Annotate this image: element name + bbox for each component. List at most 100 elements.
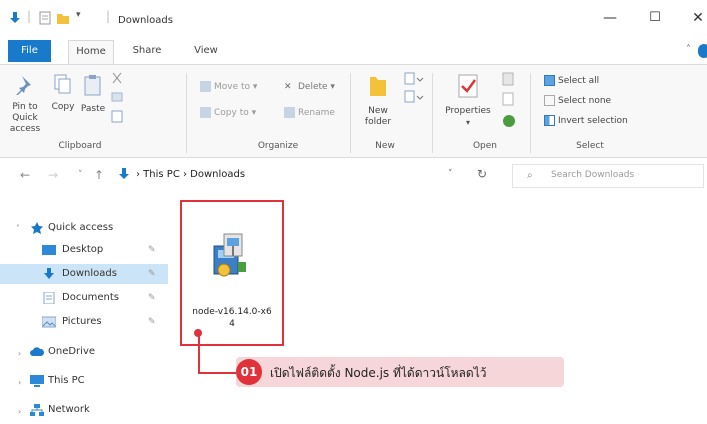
- paste-icon: [84, 75, 101, 96]
- tab-share[interactable]: Share: [125, 40, 169, 62]
- pin-icon[interactable]: ✎: [148, 264, 156, 284]
- tab-file[interactable]: File: [8, 40, 51, 62]
- file-name-line: node-v16.14.0-x6: [192, 307, 272, 317]
- properties-checkmark-icon: [458, 74, 478, 98]
- properties-button[interactable]: Properties ▾: [440, 73, 496, 128]
- documents-icon: [43, 292, 55, 304]
- invert-selection-icon: [544, 115, 555, 126]
- ribbon-collapse-icon[interactable]: ˄: [686, 44, 691, 55]
- file-name-line: 4: [229, 319, 235, 329]
- customize-toolbar-icon[interactable]: ▾: [76, 10, 81, 20]
- maximize-button[interactable]: ☐: [645, 10, 665, 30]
- file-name: node-v16.14.0-x6 4: [186, 306, 278, 330]
- copy-to-icon: [200, 107, 211, 118]
- cut-copypath-shortcut-icons[interactable]: [110, 71, 124, 127]
- close-button[interactable]: ✕: [689, 10, 707, 30]
- properties-dropdown-icon[interactable]: ▾: [440, 117, 496, 128]
- new-item-easy-access-icons[interactable]: [402, 71, 426, 107]
- nav-network[interactable]: Network: [0, 400, 168, 420]
- up-arrow-icon[interactable]: ↑: [94, 168, 104, 182]
- move-to-icon: [200, 81, 211, 92]
- open-group-label: Open: [472, 141, 498, 151]
- callout-anchor-dot: [194, 329, 202, 337]
- nav-onedrive[interactable]: OneDrive: [0, 342, 168, 362]
- copy-button[interactable]: Copy: [50, 73, 76, 113]
- search-box[interactable]: ⌕ Search Downloads: [512, 164, 704, 188]
- installer-package-icon: [213, 233, 246, 277]
- divider: [186, 73, 187, 153]
- delete-icon: ✕: [284, 82, 292, 92]
- copy-icon: [54, 74, 71, 94]
- computer-icon: [30, 375, 44, 387]
- nav-downloads[interactable]: Downloads ✎: [0, 264, 168, 284]
- paste-button[interactable]: Paste: [80, 73, 106, 115]
- minimize-button[interactable]: —: [600, 10, 620, 30]
- copy-label: Copy: [51, 102, 75, 112]
- nav-label: Downloads: [62, 268, 117, 279]
- search-placeholder: Search Downloads: [551, 170, 635, 180]
- step-number-badge: 01: [236, 359, 262, 385]
- forward-arrow-icon[interactable]: →: [48, 168, 58, 182]
- delete-button[interactable]: ✕ Delete ▾: [284, 81, 335, 93]
- nav-quick-access[interactable]: Quick access: [0, 218, 168, 238]
- nav-label: Network: [48, 404, 90, 415]
- divider: [432, 73, 433, 153]
- pin-icon[interactable]: ✎: [148, 240, 156, 260]
- downloads-icon: [44, 268, 54, 279]
- move-to-button[interactable]: Move to ▾: [200, 81, 257, 93]
- copy-to-label: Copy to ▾: [214, 108, 257, 118]
- move-to-label: Move to ▾: [214, 82, 258, 92]
- nav-desktop[interactable]: Desktop ✎: [0, 240, 168, 260]
- nav-documents[interactable]: Documents ✎: [0, 288, 168, 308]
- paste-label: Paste: [80, 104, 106, 114]
- nav-label: Desktop: [62, 244, 104, 255]
- nav-label: Pictures: [62, 316, 102, 327]
- select-group-label: Select: [576, 141, 604, 151]
- address-bar[interactable]: › This PC › Downloads ˅ ↻: [118, 164, 502, 186]
- rename-label: Rename: [298, 108, 335, 118]
- delete-label: Delete ▾: [298, 82, 335, 92]
- new-folder-button[interactable]: New folder: [358, 73, 398, 128]
- nav-this-pc[interactable]: This PC: [0, 371, 168, 391]
- new-folder-icon[interactable]: [56, 11, 70, 25]
- tab-view[interactable]: View: [186, 40, 226, 62]
- open-edit-history-icons[interactable]: [500, 71, 520, 133]
- annotation-text: เปิดไฟล์ติดตั้ง Node.js ที่ได้ดาวน์โหลดไ…: [270, 366, 487, 380]
- pin-icon[interactable]: ✎: [148, 312, 156, 332]
- properties-icon[interactable]: [38, 11, 52, 25]
- address-path: › This PC › Downloads: [136, 169, 246, 180]
- select-all-icon: [544, 75, 555, 86]
- file-item-node-installer[interactable]: node-v16.14.0-x6 4: [180, 200, 284, 346]
- new-group-label: New: [375, 141, 395, 151]
- select-none-icon: [544, 95, 555, 106]
- download-arrow-icon: [10, 12, 20, 23]
- address-dropdown-icon[interactable]: ˅: [448, 169, 453, 179]
- divider: [350, 73, 351, 153]
- network-icon: [30, 404, 44, 416]
- select-none-button[interactable]: Select none: [544, 95, 611, 107]
- pin-icon[interactable]: ✎: [148, 288, 156, 308]
- pin-icon: [16, 76, 31, 96]
- select-all-label: Select all: [558, 76, 600, 86]
- nav-label: Documents: [62, 292, 120, 303]
- refresh-icon[interactable]: ↻: [477, 167, 487, 181]
- navigation-bar: ← → ˅ ↑ › This PC › Downloads ˅ ↻ ⌕ Sear…: [0, 158, 707, 192]
- copy-to-button[interactable]: Copy to ▾: [200, 107, 256, 119]
- rename-button[interactable]: Rename: [284, 107, 335, 119]
- downloads-folder-icon: [119, 168, 129, 179]
- folder-icon: [370, 77, 386, 96]
- nav-pictures[interactable]: Pictures ✎: [0, 312, 168, 332]
- invert-selection-button[interactable]: Invert selection: [544, 115, 628, 127]
- recent-locations-chevron-icon[interactable]: ˅: [78, 170, 83, 180]
- select-all-button[interactable]: Select all: [544, 75, 599, 87]
- ribbon-tabs: File Home Share View ˄: [0, 40, 707, 64]
- help-icon[interactable]: [698, 44, 707, 58]
- properties-label: Properties: [445, 106, 491, 116]
- pin-to-quick-access-button[interactable]: Pin to Quick access: [4, 73, 46, 135]
- annotation-callout: 01 เปิดไฟล์ติดตั้ง Node.js ที่ได้ดาวน์โห…: [236, 357, 564, 387]
- divider: [530, 73, 531, 153]
- tab-home[interactable]: Home: [68, 40, 114, 64]
- invert-selection-label: Invert selection: [558, 116, 628, 126]
- new-folder-label: New folder: [364, 106, 392, 127]
- back-arrow-icon[interactable]: ←: [20, 168, 30, 182]
